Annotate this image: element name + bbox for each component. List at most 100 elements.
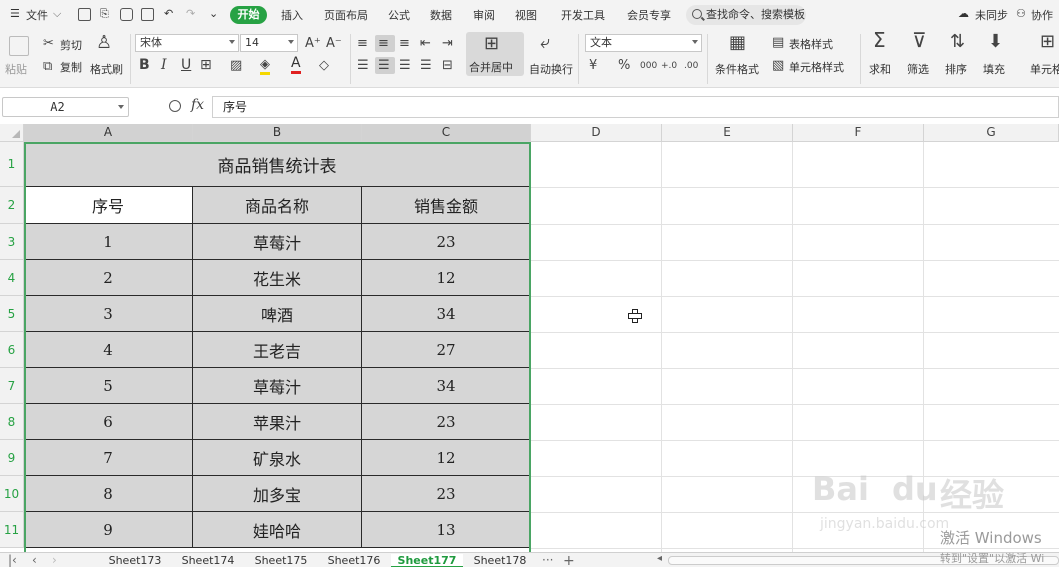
- table-cell[interactable]: 4: [24, 332, 193, 368]
- table-cell[interactable]: 9: [24, 512, 193, 548]
- customize-chevron-icon[interactable]: ⌄: [209, 7, 218, 20]
- distributed-align-icon[interactable]: ⊟: [442, 58, 453, 73]
- row-header-5[interactable]: 5: [0, 296, 24, 332]
- cell-style-icon[interactable]: ▧: [772, 58, 784, 73]
- sheet-tab[interactable]: Sheet173: [100, 554, 170, 567]
- conditional-format-button[interactable]: 条件格式: [715, 61, 759, 77]
- fill-button[interactable]: 填充: [983, 61, 1005, 77]
- sheet-tab[interactable]: Sheet178: [465, 554, 535, 567]
- italic-icon[interactable]: I: [161, 58, 167, 73]
- format-painter-button[interactable]: 格式刷: [90, 61, 123, 77]
- table-cell[interactable]: 苹果汁: [193, 404, 362, 440]
- sync-status[interactable]: 未同步: [975, 7, 1008, 23]
- select-all-corner[interactable]: [0, 124, 24, 142]
- underline-icon[interactable]: U: [181, 58, 191, 73]
- column-header-c[interactable]: C: [362, 124, 531, 142]
- align-middle-icon[interactable]: ≡: [378, 36, 389, 51]
- format-painter-icon[interactable]: ♙: [96, 34, 112, 52]
- decrease-decimal-icon[interactable]: .00: [684, 59, 698, 74]
- column-header-b[interactable]: B: [193, 124, 362, 142]
- wrap-text-button[interactable]: 自动换行: [529, 61, 573, 77]
- tab-developer[interactable]: 开发工具: [561, 7, 605, 23]
- decrease-font-icon[interactable]: A⁻: [326, 36, 342, 51]
- table-cell[interactable]: 娃哈哈: [193, 512, 362, 548]
- table-cell[interactable]: 12: [362, 440, 531, 476]
- tab-page-layout[interactable]: 页面布局: [324, 7, 368, 23]
- row-header-3[interactable]: 3: [0, 224, 24, 260]
- print-preview-icon[interactable]: [141, 8, 154, 21]
- number-format-select[interactable]: 文本: [585, 34, 702, 52]
- table-cell[interactable]: 花生米: [193, 260, 362, 296]
- increase-decimal-icon[interactable]: +.0: [661, 59, 677, 74]
- sheet-tab-active[interactable]: Sheet177: [391, 554, 463, 567]
- hamburger-icon[interactable]: ☰: [10, 7, 20, 20]
- fill-color-icon[interactable]: ◈: [260, 57, 270, 75]
- table-style-icon[interactable]: ▤: [772, 35, 784, 50]
- scroll-left-icon[interactable]: ◂: [657, 553, 662, 564]
- tab-formula[interactable]: 公式: [388, 7, 410, 23]
- column-header-f[interactable]: F: [793, 124, 924, 142]
- table-cell[interactable]: 6: [24, 404, 193, 440]
- prev-sheet-icon[interactable]: ‹: [32, 553, 37, 567]
- save-icon[interactable]: [78, 8, 91, 21]
- fx-icon[interactable]: fx: [191, 97, 204, 113]
- user-icon[interactable]: ⚇: [1016, 7, 1026, 20]
- merge-center-button[interactable]: ⊞ 合并居中: [466, 32, 524, 76]
- column-header-d[interactable]: D: [531, 124, 662, 142]
- bold-icon[interactable]: B: [139, 58, 150, 73]
- export-icon[interactable]: ⎘: [100, 7, 109, 21]
- row-header-8[interactable]: 8: [0, 404, 24, 440]
- next-sheet-icon[interactable]: ›: [52, 553, 57, 567]
- align-bottom-icon[interactable]: ≡: [399, 36, 410, 51]
- formula-input[interactable]: 序号: [212, 96, 1059, 118]
- row-header-7[interactable]: 7: [0, 368, 24, 404]
- name-box[interactable]: A2: [2, 97, 129, 117]
- paste-button[interactable]: 粘贴: [5, 61, 27, 77]
- copy-button[interactable]: 复制: [60, 59, 82, 75]
- chevron-down-icon[interactable]: [118, 105, 124, 109]
- indent-increase-icon[interactable]: ⇥: [442, 36, 453, 51]
- table-cell[interactable]: 5: [24, 368, 193, 404]
- font-color-icon[interactable]: A: [291, 56, 301, 74]
- file-menu[interactable]: 文件: [26, 7, 48, 23]
- tab-review[interactable]: 审阅: [473, 7, 495, 23]
- justify-icon[interactable]: ☰: [420, 58, 432, 73]
- more-sheets-button[interactable]: ···: [542, 553, 553, 567]
- font-name-select[interactable]: 宋体: [135, 34, 239, 52]
- filter-button[interactable]: 筛选: [907, 61, 929, 77]
- first-sheet-icon[interactable]: |‹: [8, 553, 17, 567]
- collab-button[interactable]: 协作: [1031, 7, 1053, 23]
- tab-start[interactable]: 开始: [230, 6, 267, 24]
- paste-icon[interactable]: [9, 36, 29, 56]
- table-cell[interactable]: 23: [362, 404, 531, 440]
- column-header-a[interactable]: A: [24, 124, 193, 142]
- table-cell[interactable]: 13: [362, 512, 531, 548]
- column-header-e[interactable]: E: [662, 124, 793, 142]
- table-cell[interactable]: 草莓汁: [193, 368, 362, 404]
- table-cell[interactable]: 1: [24, 224, 193, 260]
- table-cell[interactable]: 12: [362, 260, 531, 296]
- sum-icon[interactable]: Σ: [873, 30, 886, 50]
- sum-button[interactable]: 求和: [869, 61, 891, 77]
- table-style-button[interactable]: 表格样式: [789, 36, 833, 52]
- cell-icon[interactable]: ⊞: [1040, 33, 1055, 51]
- print-icon[interactable]: [120, 8, 133, 21]
- align-top-icon[interactable]: ≡: [357, 36, 368, 51]
- row-header-1[interactable]: 1: [0, 142, 24, 187]
- row-header-10[interactable]: 10: [0, 476, 24, 512]
- tab-member[interactable]: 会员专享: [627, 7, 671, 23]
- tab-insert[interactable]: 插入: [281, 7, 303, 23]
- header-cell-product[interactable]: 商品名称: [193, 187, 362, 224]
- currency-icon[interactable]: ¥: [589, 58, 597, 73]
- clear-format-icon[interactable]: ◇: [319, 58, 329, 73]
- tab-data[interactable]: 数据: [430, 7, 452, 23]
- sort-icon[interactable]: ⇅: [950, 33, 965, 51]
- row-header-11[interactable]: 11: [0, 512, 24, 548]
- cut-button[interactable]: 剪切: [60, 37, 82, 53]
- align-center-icon[interactable]: ☰: [378, 58, 390, 73]
- percent-icon[interactable]: %: [618, 58, 630, 73]
- cell-button[interactable]: 单元格: [1030, 61, 1059, 77]
- fill-icon[interactable]: ⬇: [988, 33, 1003, 51]
- copy-icon[interactable]: ⧉: [43, 59, 52, 74]
- add-sheet-button[interactable]: +: [563, 553, 575, 567]
